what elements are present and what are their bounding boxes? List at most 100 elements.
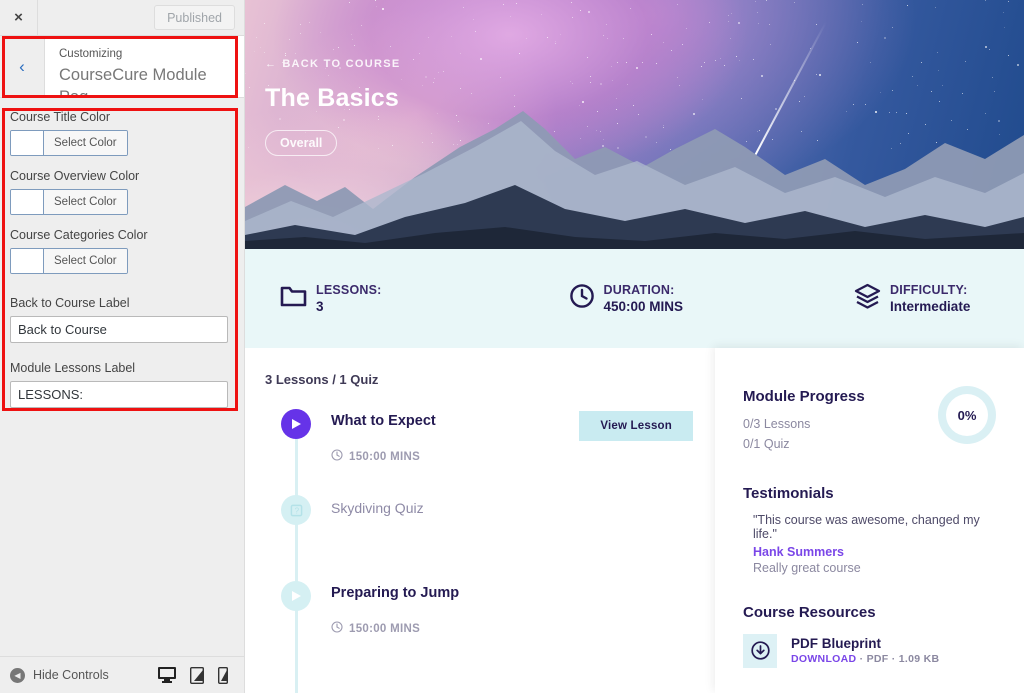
control-label: Course Title Color — [10, 110, 111, 124]
customizer-controls: Course Title Color Select Color Course O… — [0, 98, 244, 656]
color-picker-button[interactable]: Select Color — [10, 248, 128, 274]
stat-text: LESSONS: 3 — [316, 282, 382, 315]
testimonials-section: Testimonials "This course was awesome, c… — [743, 485, 996, 575]
color-swatch — [11, 131, 44, 155]
lesson-duration: 150:00 MINS — [331, 449, 715, 464]
clock-icon — [331, 449, 343, 464]
close-icon[interactable]: × — [0, 0, 38, 35]
mobile-icon[interactable] — [218, 666, 228, 684]
stat-lessons: LESSONS: 3 — [280, 282, 382, 315]
hide-controls-button[interactable]: ◀ Hide Controls — [10, 667, 109, 683]
course-stats-bar: LESSONS: 3 DURATION: 450:00 MINS DIFFICU… — [245, 249, 1024, 348]
lesson-duration-label: 150:00 MINS — [349, 450, 421, 463]
stat-duration: DURATION: 450:00 MINS — [569, 282, 684, 315]
control-label: Course Categories Color — [10, 228, 148, 242]
panel-title-block: Customizing CourseCure Module Pag... — [45, 36, 244, 106]
publish-button[interactable]: Published — [154, 5, 235, 30]
progress-text: Module Progress 0/3 Lessons 0/1 Quiz — [743, 388, 938, 455]
section-heading: Course Resources — [743, 603, 876, 621]
category-badge: Overall — [265, 130, 338, 156]
device-preview-group — [158, 666, 234, 684]
back-to-course-link[interactable]: ← BACK TO COURSE — [265, 58, 401, 70]
section-heading: Module Progress — [743, 388, 865, 405]
stat-difficulty: DIFFICULTY: Intermediate — [854, 282, 970, 315]
select-color-label: Select Color — [44, 131, 127, 155]
lessons-count-label: 3 Lessons / 1 Quiz — [265, 372, 379, 387]
list-item[interactable]: PDF Blueprint DOWNLOAD · PDF · 1.09 KB — [743, 633, 996, 668]
download-label[interactable]: DOWNLOAD — [791, 653, 856, 665]
lessons-progress-line: 0/3 Lessons — [743, 417, 811, 431]
color-picker-button[interactable]: Select Color — [10, 130, 128, 156]
clock-icon — [331, 621, 343, 636]
progress-percent: 0% — [957, 407, 977, 423]
select-color-label: Select Color — [44, 190, 127, 214]
stat-text: DURATION: 450:00 MINS — [604, 282, 684, 315]
customizer-sidebar: × Published ‹ Customizing CourseCure Mod… — [0, 0, 245, 693]
control-course-title-color: Course Title Color Select Color — [10, 110, 234, 160]
testimonial-subtitle: Really great course — [753, 560, 861, 575]
hero-banner: ← BACK TO COURSE The Basics Overall — [245, 0, 1024, 249]
list-item[interactable]: What to Expect 150:00 MINS View Lesson — [265, 409, 715, 495]
module-lessons-input[interactable] — [10, 381, 228, 408]
resource-meta-rest: · PDF · 1.09 KB — [856, 653, 940, 665]
control-label: Module Lessons Label — [10, 361, 136, 375]
header-spacer — [38, 0, 154, 35]
back-to-course-input[interactable] — [10, 316, 228, 343]
play-icon — [281, 581, 311, 611]
course-resources-section: Course Resources PDF Blueprint DOWNLOAD … — [743, 604, 996, 668]
control-label: Course Overview Color — [10, 169, 140, 183]
stat-key: LESSONS: — [316, 282, 382, 297]
list-item[interactable]: Preparing to Jump 150:00 MINS — [265, 581, 715, 667]
control-label: Back to Course Label — [10, 296, 130, 310]
lesson-body: Skydiving Quiz — [311, 495, 715, 516]
lessons-timeline: What to Expect 150:00 MINS View Lesson ? — [265, 409, 715, 693]
hero-content: ← BACK TO COURSE The Basics Overall — [265, 58, 401, 156]
folder-icon — [280, 284, 307, 313]
lesson-title: Preparing to Jump — [331, 585, 460, 601]
lesson-body: Preparing to Jump 150:00 MINS — [311, 581, 715, 636]
customizing-kicker: Customizing — [59, 48, 123, 60]
module-side-panel: Module Progress 0/3 Lessons 0/1 Quiz 0% … — [715, 348, 1024, 693]
play-icon — [281, 409, 311, 439]
preview-pane: ← BACK TO COURSE The Basics Overall LESS… — [245, 0, 1024, 693]
stat-text: DIFFICULTY: Intermediate — [890, 282, 970, 315]
desktop-icon[interactable] — [158, 667, 176, 683]
control-back-to-course-label: Back to Course Label — [10, 296, 234, 343]
stat-key: DURATION: — [603, 282, 675, 297]
control-module-lessons-label: Module Lessons Label — [10, 361, 234, 408]
main-content: 3 Lessons / 1 Quiz What to Expect 150:00 — [245, 348, 1024, 693]
chevron-left-icon[interactable]: ‹ — [0, 36, 45, 97]
back-to-course-label: BACK TO COURSE — [282, 58, 401, 70]
quiz-icon: ? — [281, 495, 311, 525]
progress-ring: 0% — [938, 386, 996, 444]
stat-value: 450:00 MINS — [603, 298, 684, 314]
quiz-progress-line: 0/1 Quiz — [743, 437, 790, 452]
view-lesson-button[interactable]: View Lesson — [579, 411, 693, 441]
stat-value: 3 — [316, 298, 324, 314]
resource-name: PDF Blueprint — [791, 636, 881, 651]
control-course-overview-color: Course Overview Color Select Color — [10, 169, 234, 219]
section-heading: Testimonials — [743, 484, 834, 502]
hide-controls-label: Hide Controls — [33, 668, 109, 682]
customizer-header: × Published — [0, 0, 244, 36]
course-title: The Basics — [265, 84, 400, 112]
color-swatch — [11, 190, 44, 214]
arrow-left-icon: ← — [265, 58, 278, 70]
lesson-title: Skydiving Quiz — [331, 500, 424, 516]
layers-icon — [854, 283, 881, 314]
customizer-title-row: ‹ Customizing CourseCure Module Pag... — [0, 36, 244, 106]
control-course-categories-color: Course Categories Color Select Color — [10, 228, 234, 278]
tablet-icon[interactable] — [190, 666, 204, 684]
clock-icon — [569, 283, 595, 314]
resource-info: PDF Blueprint DOWNLOAD · PDF · 1.09 KB — [791, 636, 939, 665]
stat-value: Intermediate — [890, 298, 971, 314]
svg-text:?: ? — [294, 506, 299, 515]
lessons-column: 3 Lessons / 1 Quiz What to Expect 150:00 — [245, 348, 715, 693]
module-progress-section: Module Progress 0/3 Lessons 0/1 Quiz 0% — [743, 386, 996, 455]
download-icon — [743, 633, 777, 668]
arrow-left-icon: ◀ — [10, 667, 25, 683]
list-item[interactable]: ? Skydiving Quiz — [265, 495, 715, 581]
color-picker-button[interactable]: Select Color — [10, 189, 128, 215]
select-color-label: Select Color — [44, 249, 127, 273]
testimonial-author: Hank Summers — [753, 544, 845, 559]
